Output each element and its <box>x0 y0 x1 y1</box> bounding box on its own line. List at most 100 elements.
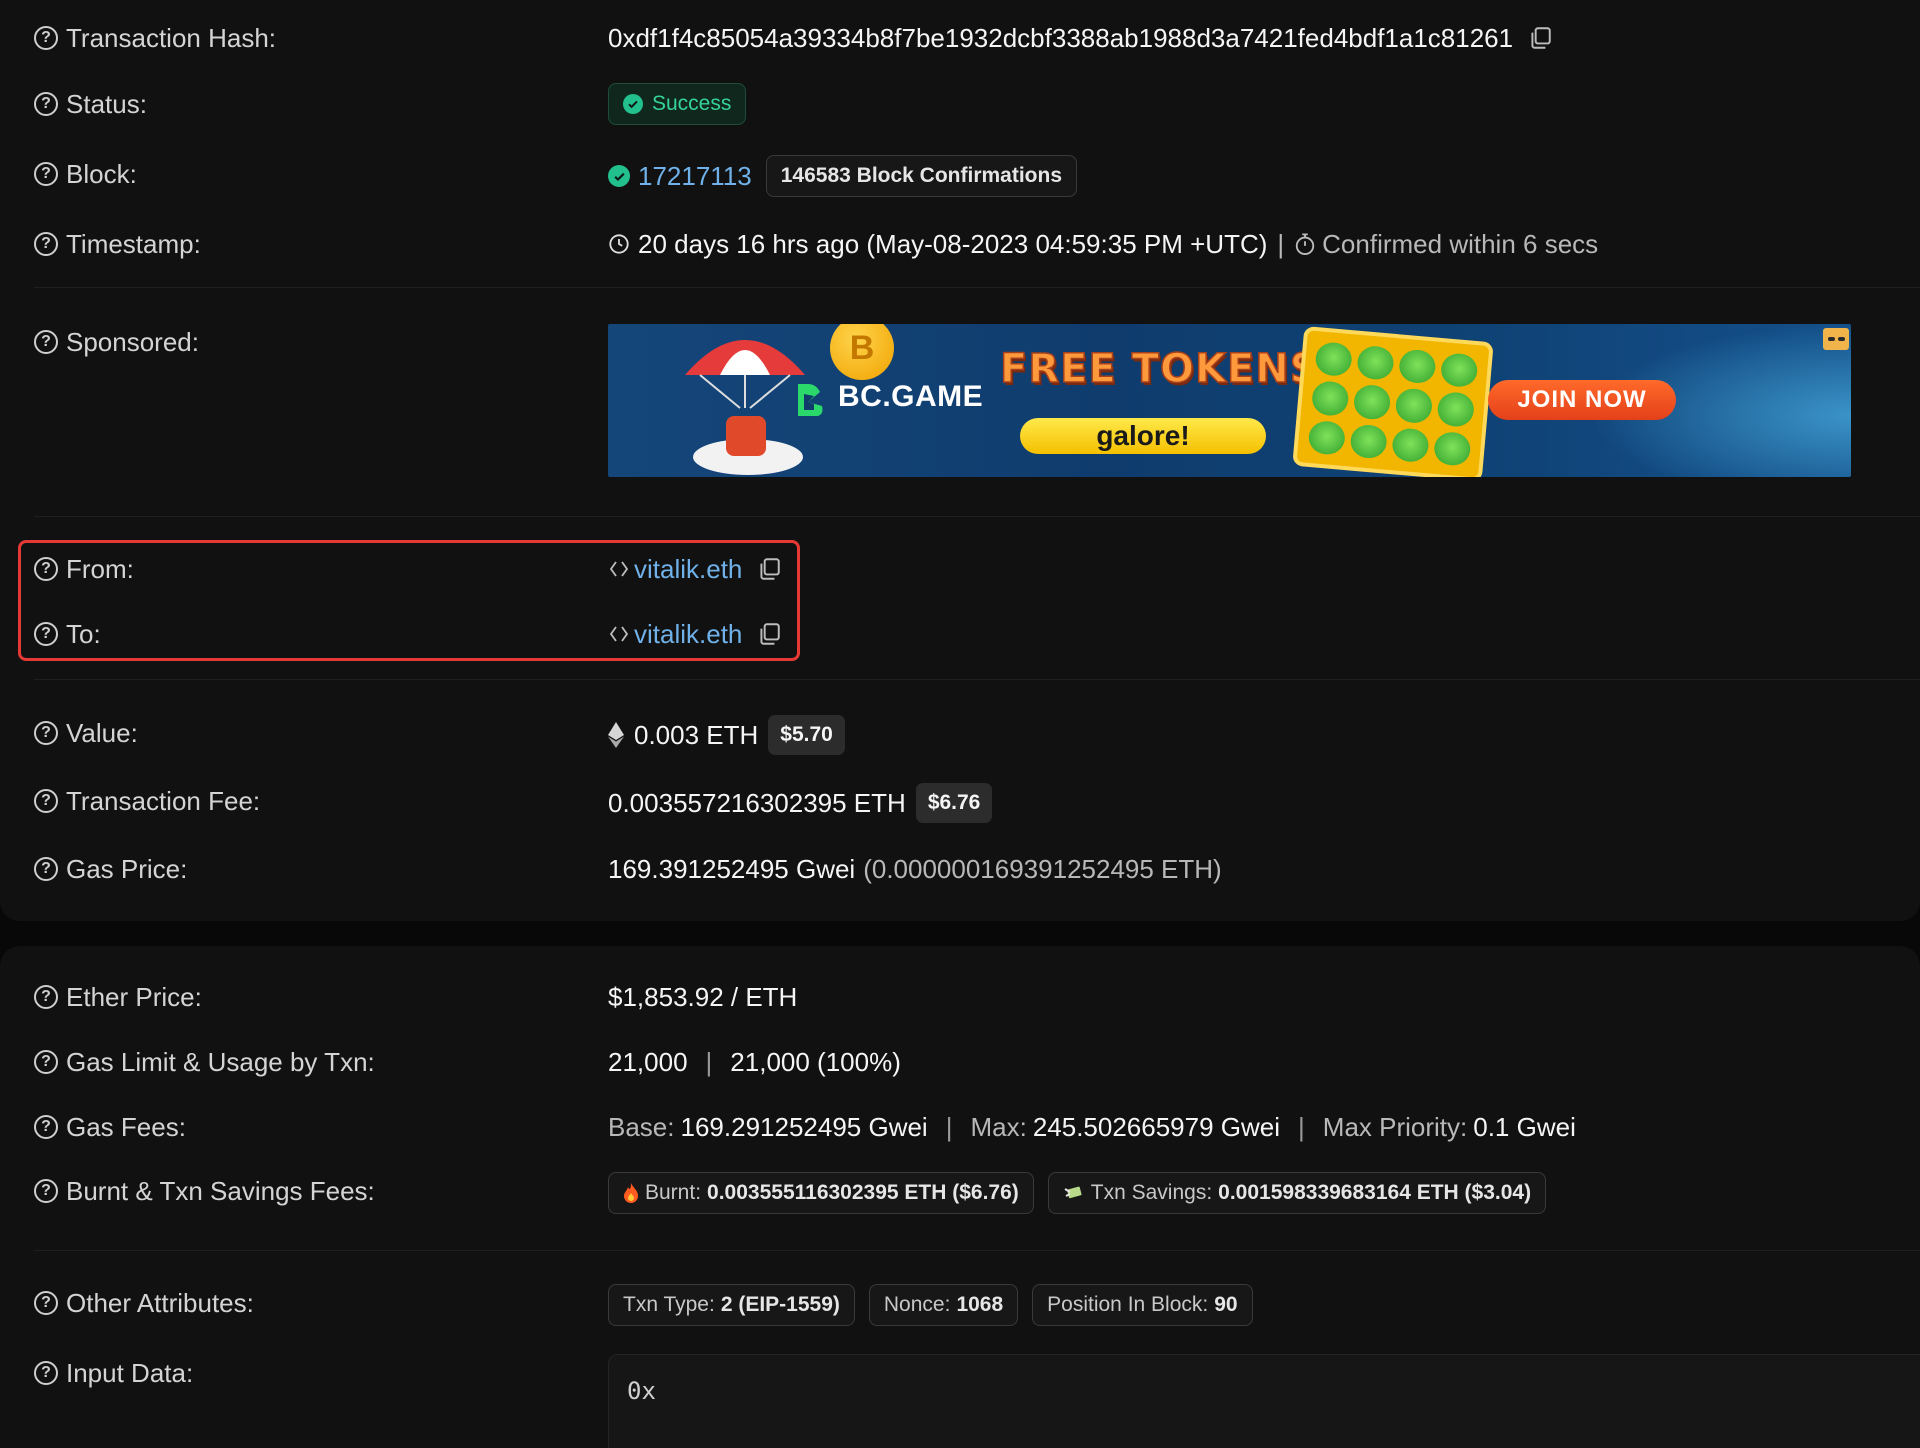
nonce-badge: Nonce: 1068 <box>868 1284 1019 1326</box>
from-address-link[interactable]: vitalik.eth <box>634 554 742 585</box>
clock-icon <box>608 233 630 255</box>
parachute-illustration <box>685 340 805 409</box>
help-icon[interactable]: ? <box>34 557 58 581</box>
ad-choices-icon[interactable] <box>1823 328 1849 350</box>
fire-icon <box>623 1183 639 1203</box>
ethereum-icon <box>608 722 624 748</box>
gas-price-eth: (0.000000169391252495 ETH) <box>863 853 1222 884</box>
scratch-ticket-illustration <box>1292 325 1494 477</box>
burnt-savings-value: Burnt: 0.003555116302395 ETH ($6.76) Txn… <box>608 1172 1547 1214</box>
row-label-to: ? To: <box>34 614 101 654</box>
value-value: 0.003 ETH $5.70 <box>608 715 845 755</box>
transaction-hash[interactable]: 0xdf1f4c85054a39334b8f7be1932dcbf3388ab1… <box>608 23 1513 54</box>
help-icon[interactable]: ? <box>34 330 58 354</box>
block-number-link[interactable]: 17217113 <box>638 161 752 192</box>
money-wings-icon <box>1063 1184 1085 1202</box>
gas-price-gwei: 169.391252495 Gwei <box>608 853 856 884</box>
from-value: vitalik.eth <box>608 549 782 589</box>
value-usd-badge: $5.70 <box>768 715 845 755</box>
cloud-illustration <box>693 416 803 475</box>
other-attributes-value: Txn Type: 2 (EIP-1559) Nonce: 1068 Posit… <box>608 1284 1253 1326</box>
txn-savings-badge: Txn Savings: 0.001598339683164 ETH ($3.0… <box>1047 1172 1547 1214</box>
help-icon[interactable]: ? <box>34 857 58 881</box>
row-label-from: ? From: <box>34 549 134 589</box>
gas-limit: 21,000 <box>608 1046 688 1077</box>
row-label-transaction-fee: ? Transaction Fee: <box>34 781 260 821</box>
row-label-burnt-savings: ? Burnt & Txn Savings Fees: <box>34 1171 375 1211</box>
join-now-button[interactable]: JOIN NOW <box>1488 380 1676 420</box>
row-label-status: ? Status: <box>34 84 147 124</box>
bc-game-logo-icon <box>798 384 823 416</box>
ether-price-value: $1,853.92 / ETH <box>608 981 798 1012</box>
copy-icon[interactable] <box>756 621 782 647</box>
fee-usd-badge: $6.76 <box>915 783 993 823</box>
row-label-gas-price: ? Gas Price: <box>34 849 187 889</box>
bitcoin-coin-icon: B <box>830 324 894 380</box>
max-priority-fee: 0.1 Gwei <box>1473 1111 1576 1142</box>
help-icon[interactable]: ? <box>34 622 58 646</box>
help-icon[interactable]: ? <box>34 789 58 813</box>
banner-subline: galore! <box>1020 418 1266 454</box>
divider <box>34 287 1920 288</box>
help-icon[interactable]: ? <box>34 985 58 1009</box>
help-icon[interactable]: ? <box>34 92 58 116</box>
row-label-gas-limit: ? Gas Limit & Usage by Txn: <box>34 1042 375 1082</box>
help-icon[interactable]: ? <box>34 26 58 50</box>
input-data-text[interactable]: 0x <box>627 1377 656 1405</box>
row-label-timestamp: ? Timestamp: <box>34 224 201 264</box>
help-icon[interactable]: ? <box>34 232 58 256</box>
status-value: Success <box>608 83 747 125</box>
row-label-value: ? Value: <box>34 713 138 753</box>
stopwatch-icon <box>1294 232 1316 256</box>
txn-type-badge: Txn Type: 2 (EIP-1559) <box>608 1284 855 1326</box>
contract-code-icon <box>608 623 630 645</box>
copy-icon[interactable] <box>1527 25 1553 51</box>
base-fee: 169.291252495 Gwei <box>680 1111 928 1142</box>
divider <box>34 516 1920 517</box>
help-icon[interactable]: ? <box>34 162 58 186</box>
divider <box>34 679 1920 680</box>
help-icon[interactable]: ? <box>34 721 58 745</box>
timestamp-value: 20 days 16 hrs ago (May-08-2023 04:59:35… <box>608 224 1598 264</box>
value-eth: 0.003 ETH <box>634 719 759 750</box>
confirmed-within-text: Confirmed within 6 secs <box>1322 228 1599 259</box>
divider <box>34 1250 1920 1251</box>
gas-limit-value: 21,000 | 21,000 (100%) <box>608 1042 901 1082</box>
copy-icon[interactable] <box>756 556 782 582</box>
check-circle-icon <box>623 94 643 114</box>
block-value: 17217113 146583 Block Confirmations <box>608 155 1078 197</box>
banner-brand: BC.GAME <box>838 380 984 413</box>
burnt-fee-badge: Burnt: 0.003555116302395 ETH ($6.76) <box>608 1172 1034 1214</box>
row-label-transaction-hash: ? Transaction Hash: <box>34 18 276 58</box>
sponsored-banner-ad[interactable]: B BC.GAME FREE TOKENS galore! JOIN NOW <box>608 324 1851 477</box>
row-label-other-attributes: ? Other Attributes: <box>34 1283 254 1323</box>
gas-price-value: 169.391252495 Gwei (0.000000169391252495… <box>608 849 1222 889</box>
timestamp-text: 20 days 16 hrs ago (May-08-2023 04:59:35… <box>638 228 1268 259</box>
help-icon[interactable]: ? <box>34 1179 58 1203</box>
to-value: vitalik.eth <box>608 614 782 654</box>
row-label-gas-fees: ? Gas Fees: <box>34 1107 186 1147</box>
block-confirmations-badge: 146583 Block Confirmations <box>765 155 1078 197</box>
check-circle-icon <box>608 165 630 187</box>
banner-headline: FREE TOKENS <box>999 345 1320 393</box>
row-label-sponsored: ? Sponsored: <box>34 322 199 362</box>
transaction-hash-value: 0xdf1f4c85054a39334b8f7be1932dcbf3388ab1… <box>608 18 1553 58</box>
row-label-input-data: ? Input Data: <box>34 1353 193 1393</box>
max-fee: 245.502665979 Gwei <box>1032 1111 1281 1142</box>
gas-fees-value: Base: 169.291252495 Gwei | Max: 245.5026… <box>608 1111 1576 1142</box>
timestamp-separator: | <box>1277 228 1285 259</box>
help-icon[interactable]: ? <box>34 1361 58 1385</box>
help-icon[interactable]: ? <box>34 1050 58 1074</box>
row-label-ether-price: ? Ether Price: <box>34 977 202 1017</box>
fee-eth: 0.003557216302395 ETH <box>608 787 906 818</box>
transaction-fee-value: 0.003557216302395 ETH $6.76 <box>608 783 993 823</box>
status-badge: Success <box>608 83 747 125</box>
help-icon[interactable]: ? <box>34 1115 58 1139</box>
to-address-link[interactable]: vitalik.eth <box>634 619 742 650</box>
row-label-block: ? Block: <box>34 154 137 194</box>
separator: | <box>705 1046 713 1077</box>
gas-usage: 21,000 (100%) <box>730 1046 901 1077</box>
help-icon[interactable]: ? <box>34 1291 58 1315</box>
input-data-box[interactable]: 0x <box>608 1354 1920 1448</box>
contract-code-icon <box>608 558 630 580</box>
